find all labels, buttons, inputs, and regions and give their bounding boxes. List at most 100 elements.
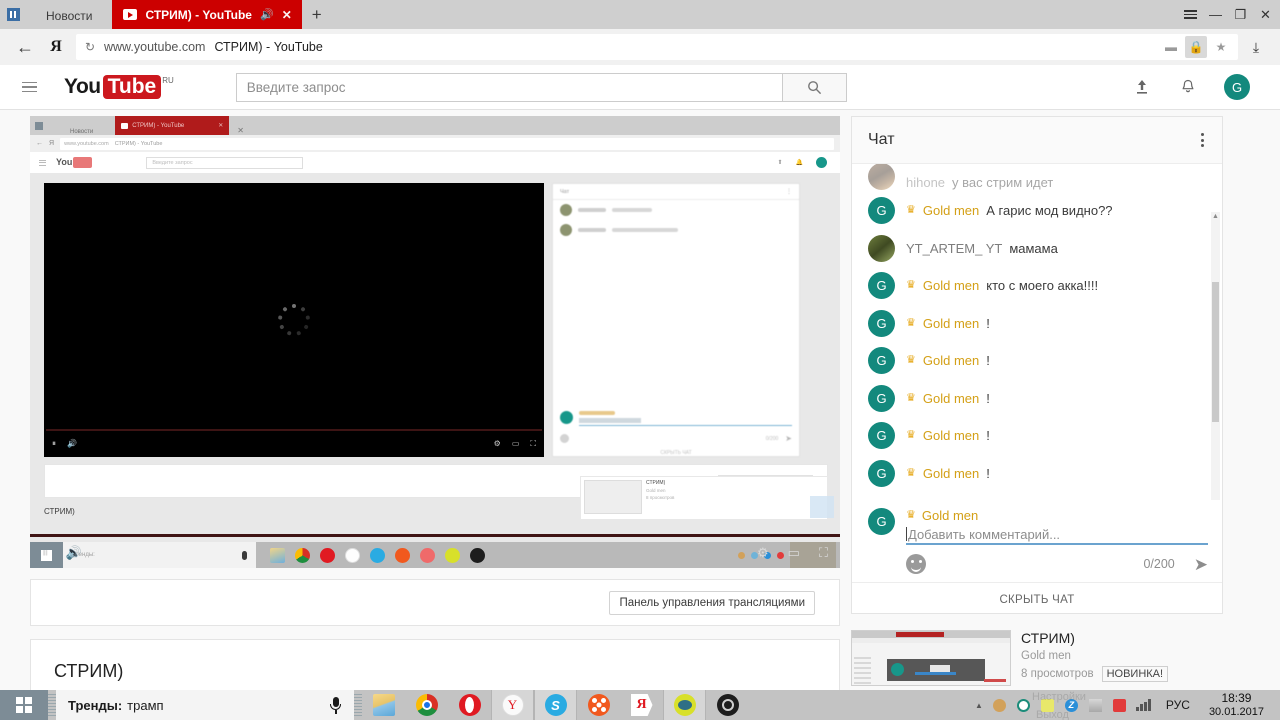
chat-input[interactable]: Добавить комментарий... xyxy=(906,525,1208,545)
clock[interactable]: 18:39 30.01.2017 xyxy=(1205,691,1274,720)
back-button[interactable]: ← xyxy=(8,32,42,62)
browser-app-icon[interactable] xyxy=(0,0,26,29)
fullscreen-icon[interactable]: ⛶ xyxy=(819,546,828,559)
opera-icon xyxy=(458,694,481,716)
reload-icon[interactable]: ↻ xyxy=(76,40,104,54)
clock-time: 18:39 xyxy=(1221,690,1252,705)
video-player[interactable]: Новости СТРИМ) - YouTube ✕ ✕ ← Я www.you… xyxy=(30,116,840,568)
bookmark-star-icon[interactable]: ★ xyxy=(1210,36,1232,58)
chat-author[interactable]: YT_ARTEM_ YT xyxy=(906,241,1002,256)
downloads-button[interactable]: ⤓ xyxy=(1240,32,1272,62)
chat-author[interactable]: Gold men xyxy=(923,428,979,443)
start-button[interactable] xyxy=(0,690,48,720)
youtube-logo[interactable]: You Tube RU xyxy=(64,75,174,99)
search-button[interactable] xyxy=(781,72,847,102)
chat-author[interactable]: Gold men xyxy=(923,203,979,218)
yandex-home-button[interactable]: Я xyxy=(42,32,70,62)
video-progress-bar[interactable] xyxy=(30,534,840,537)
browser-menu-button[interactable] xyxy=(1178,0,1203,29)
chat-author[interactable]: Gold men xyxy=(923,391,979,406)
volume-icon[interactable]: 🔊 xyxy=(66,546,82,559)
chat-message-list[interactable]: hihone у вас стрим идет G ♛ Gold men А г… xyxy=(852,164,1222,500)
taskbar-app-yandex-browser[interactable]: Y xyxy=(491,690,534,720)
char-counter: 0/200 xyxy=(1143,557,1175,571)
avatar-letter: G xyxy=(876,203,887,219)
inner-tab-active-label: СТРИМ) - YouTube xyxy=(132,122,185,129)
microphone-icon[interactable] xyxy=(329,696,342,714)
inner-pause-icon: ⏸ xyxy=(52,439,56,448)
network-signal-icon[interactable] xyxy=(1136,698,1151,713)
restore-button[interactable]: ❐ xyxy=(1228,0,1253,29)
related-video-author[interactable]: Gold men xyxy=(1021,650,1223,662)
scrollbar-thumb[interactable] xyxy=(1212,282,1219,422)
taskbar-app-mail-ru-agent[interactable] xyxy=(577,690,620,720)
close-icon[interactable]: ✕ xyxy=(282,8,292,22)
taskbar-app-skype[interactable]: S xyxy=(534,690,577,720)
address-bar[interactable]: ↻ www.youtube.com СТРИМ) - YouTube ▬ 🔒 ★ xyxy=(76,34,1238,60)
taskbar-grip-handle[interactable] xyxy=(48,694,56,716)
taskbar-search-box[interactable]: Тренды: трамп xyxy=(56,690,354,720)
restore-icon: ❐ xyxy=(1234,6,1247,22)
chat-message-body: ♛ Gold men ! xyxy=(906,316,990,331)
chat-message-body: ♛ Gold men А гарис мод видно?? xyxy=(906,203,1113,218)
search-input[interactable]: Введите запрос xyxy=(235,72,782,102)
related-video-title[interactable]: СТРИМ) xyxy=(1021,630,1223,646)
mail-ru-agent-icon xyxy=(587,694,610,716)
scroll-up-icon[interactable]: ▲ xyxy=(1212,213,1219,220)
video-column: Новости СТРИМ) - YouTube ✕ ✕ ← Я www.you… xyxy=(30,116,840,703)
send-icon[interactable]: ➤ xyxy=(1194,556,1208,573)
chat-author[interactable]: hihone xyxy=(906,175,945,190)
bell-icon[interactable] xyxy=(1178,77,1198,97)
stream-control-panel-button[interactable]: Панель управления трансляциями xyxy=(609,590,815,615)
lock-icon[interactable]: 🔒 xyxy=(1185,36,1207,58)
taskbar-app-yandex[interactable]: Я xyxy=(620,690,663,720)
theater-mode-icon[interactable]: ▭ xyxy=(788,546,800,559)
obs-studio-icon xyxy=(716,694,739,716)
emoji-icon[interactable] xyxy=(906,554,926,574)
windows-logo-icon xyxy=(16,697,32,713)
tray-icon-2[interactable] xyxy=(1016,698,1031,713)
speaker-icon[interactable]: 🔊 xyxy=(260,8,274,21)
related-video-card[interactable]: СТРИМ) Gold men 8 просмотров НОВИНКА! xyxy=(851,630,1223,686)
minimize-button[interactable]: — xyxy=(1203,0,1228,29)
chat-message-body: ♛ Gold men ! xyxy=(906,391,990,406)
tray-expand-icon[interactable]: ▲ xyxy=(975,701,983,710)
hide-chat-button[interactable]: СКРЫТЬ ЧАТ xyxy=(852,582,1222,616)
tray-icon-6[interactable] xyxy=(1112,698,1127,713)
browser-tab-news[interactable]: Новости xyxy=(26,2,113,29)
upload-icon[interactable] xyxy=(1132,77,1152,97)
tray-icon-3[interactable] xyxy=(1040,698,1055,713)
inner-app-icon xyxy=(30,116,48,135)
taskbar-app-file-explorer[interactable] xyxy=(362,690,405,720)
chat-author[interactable]: Gold men xyxy=(923,466,979,481)
kebab-menu-icon[interactable] xyxy=(1197,129,1208,151)
chat-message-body: hihone у вас стрим идет xyxy=(906,175,1053,190)
taskbar-grip-handle-2[interactable] xyxy=(354,694,362,716)
video-left-controls: ⏸ 🔊 xyxy=(42,546,82,559)
tray-icon-4[interactable]: Z xyxy=(1064,698,1079,713)
chat-author[interactable]: Gold men xyxy=(923,316,979,331)
chat-author[interactable]: Gold men xyxy=(923,278,979,293)
avatar: G xyxy=(868,459,895,487)
language-indicator[interactable]: РУС xyxy=(1160,698,1196,712)
related-video-thumbnail[interactable] xyxy=(851,630,1011,686)
comment-icon[interactable]: ▬ xyxy=(1160,36,1182,58)
chat-input-placeholder: Добавить комментарий... xyxy=(908,526,1061,542)
avatar[interactable]: G xyxy=(1224,74,1250,100)
tray-icon-5[interactable] xyxy=(1088,698,1103,713)
taskbar-app-obs-studio[interactable] xyxy=(706,690,749,720)
guide-toggle-button[interactable] xyxy=(22,81,60,93)
settings-icon[interactable]: ⚙ xyxy=(757,546,769,559)
loading-spinner-icon xyxy=(277,304,311,336)
taskbar-app-utility[interactable] xyxy=(663,690,706,720)
chat-author[interactable]: Gold men xyxy=(923,353,979,368)
taskbar-app-opera[interactable] xyxy=(448,690,491,720)
browser-tab-youtube[interactable]: СТРИМ) - YouTube 🔊 ✕ xyxy=(112,0,302,29)
tray-icon-1[interactable] xyxy=(992,698,1007,713)
related-video-info: СТРИМ) Gold men 8 просмотров НОВИНКА! xyxy=(1021,630,1223,686)
close-window-button[interactable]: ✕ xyxy=(1253,0,1278,29)
chat-scrollbar[interactable]: ▲ ▼ xyxy=(1211,212,1220,500)
taskbar-app-google-chrome[interactable] xyxy=(405,690,448,720)
pause-icon[interactable]: ⏸ xyxy=(42,546,49,559)
new-tab-button[interactable]: + xyxy=(302,0,332,29)
